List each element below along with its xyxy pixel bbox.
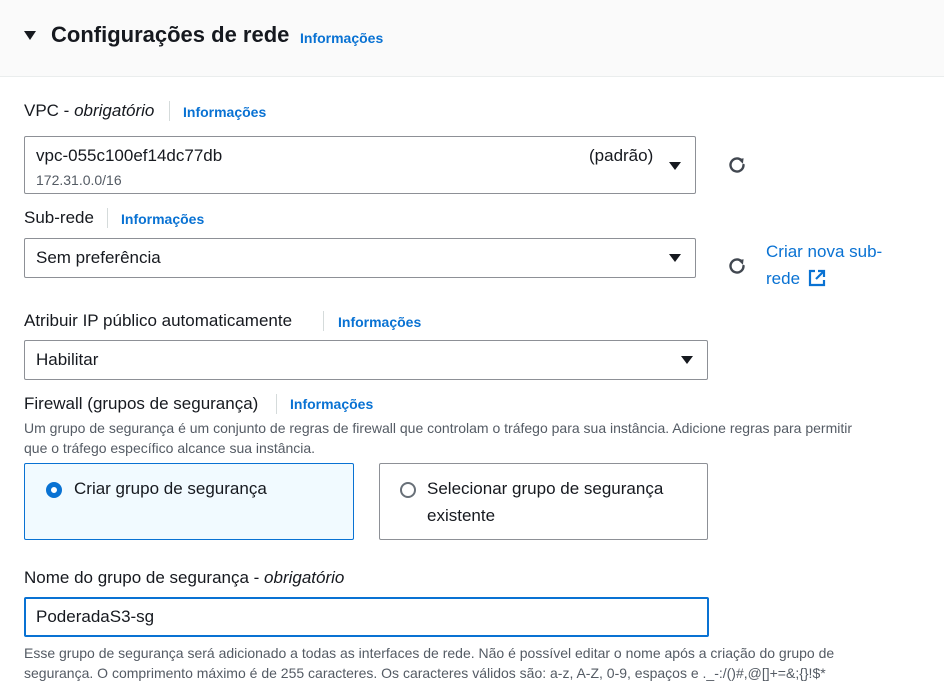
- vpc-label: VPC - obrigatório: [24, 101, 155, 120]
- radio-unselected[interactable]: [400, 482, 416, 498]
- radio-selected[interactable]: [46, 482, 62, 498]
- firewall-info-link[interactable]: Informações: [290, 396, 373, 412]
- subnet-select[interactable]: Sem preferência: [24, 238, 696, 278]
- select-existing-security-group-option[interactable]: Selecionar grupo de segurança existente: [379, 463, 708, 540]
- select-existing-security-group-label: Selecionar grupo de segurança existente: [427, 479, 664, 525]
- divider: [169, 101, 170, 121]
- sg-name-input[interactable]: [24, 597, 709, 637]
- create-subnet-link-text[interactable]: Criar nova sub-: [766, 238, 882, 265]
- vpc-required: obrigatório: [74, 101, 155, 120]
- sg-name-required: obrigatório: [264, 568, 345, 587]
- section-info-link[interactable]: Informações: [300, 30, 383, 46]
- vpc-default-tag: (padrão): [589, 146, 654, 165]
- firewall-description: Um grupo de segurança é um conjunto de r…: [24, 420, 853, 456]
- firewall-label: Firewall (grupos de segurança): [24, 394, 259, 413]
- sg-name-help-text: Esse grupo de segurança será adicionado …: [24, 645, 835, 681]
- public-ip-select[interactable]: Habilitar: [24, 340, 708, 380]
- section-header: Configurações de rede Informações: [0, 0, 944, 77]
- public-ip-select-value: Habilitar: [36, 350, 99, 369]
- section-title[interactable]: Configurações de rede: [51, 22, 289, 48]
- caret-down-icon[interactable]: [24, 31, 36, 40]
- caret-down-icon: [669, 254, 681, 262]
- create-security-group-label: Criar grupo de segurança: [74, 479, 267, 498]
- caret-down-icon: [669, 162, 681, 170]
- vpc-cidr: 172.31.0.0/16: [36, 172, 122, 188]
- divider: [276, 394, 277, 414]
- external-link-icon[interactable]: [808, 269, 826, 287]
- refresh-icon[interactable]: [726, 154, 748, 176]
- subnet-info-link[interactable]: Informações: [121, 211, 204, 227]
- create-security-group-option[interactable]: Criar grupo de segurança: [24, 463, 354, 540]
- public-ip-info-link[interactable]: Informações: [338, 314, 421, 330]
- subnet-select-value: Sem preferência: [36, 248, 161, 267]
- public-ip-label: Atribuir IP público automaticamente: [24, 311, 293, 330]
- vpc-select[interactable]: vpc-055c100ef14dc77db (padrão) 172.31.0.…: [24, 136, 696, 194]
- refresh-icon[interactable]: [726, 255, 748, 277]
- caret-down-icon: [681, 356, 693, 364]
- sg-name-label: Nome do grupo de segurança - obrigatório: [24, 568, 345, 587]
- create-subnet-link[interactable]: Criar nova sub- rede: [766, 238, 882, 292]
- vpc-info-link[interactable]: Informações: [183, 104, 266, 120]
- vpc-select-value: vpc-055c100ef14dc77db: [36, 146, 223, 165]
- divider: [107, 208, 108, 228]
- subnet-label: Sub-rede: [24, 208, 94, 227]
- divider: [323, 311, 324, 331]
- create-subnet-link-text[interactable]: rede: [766, 269, 800, 288]
